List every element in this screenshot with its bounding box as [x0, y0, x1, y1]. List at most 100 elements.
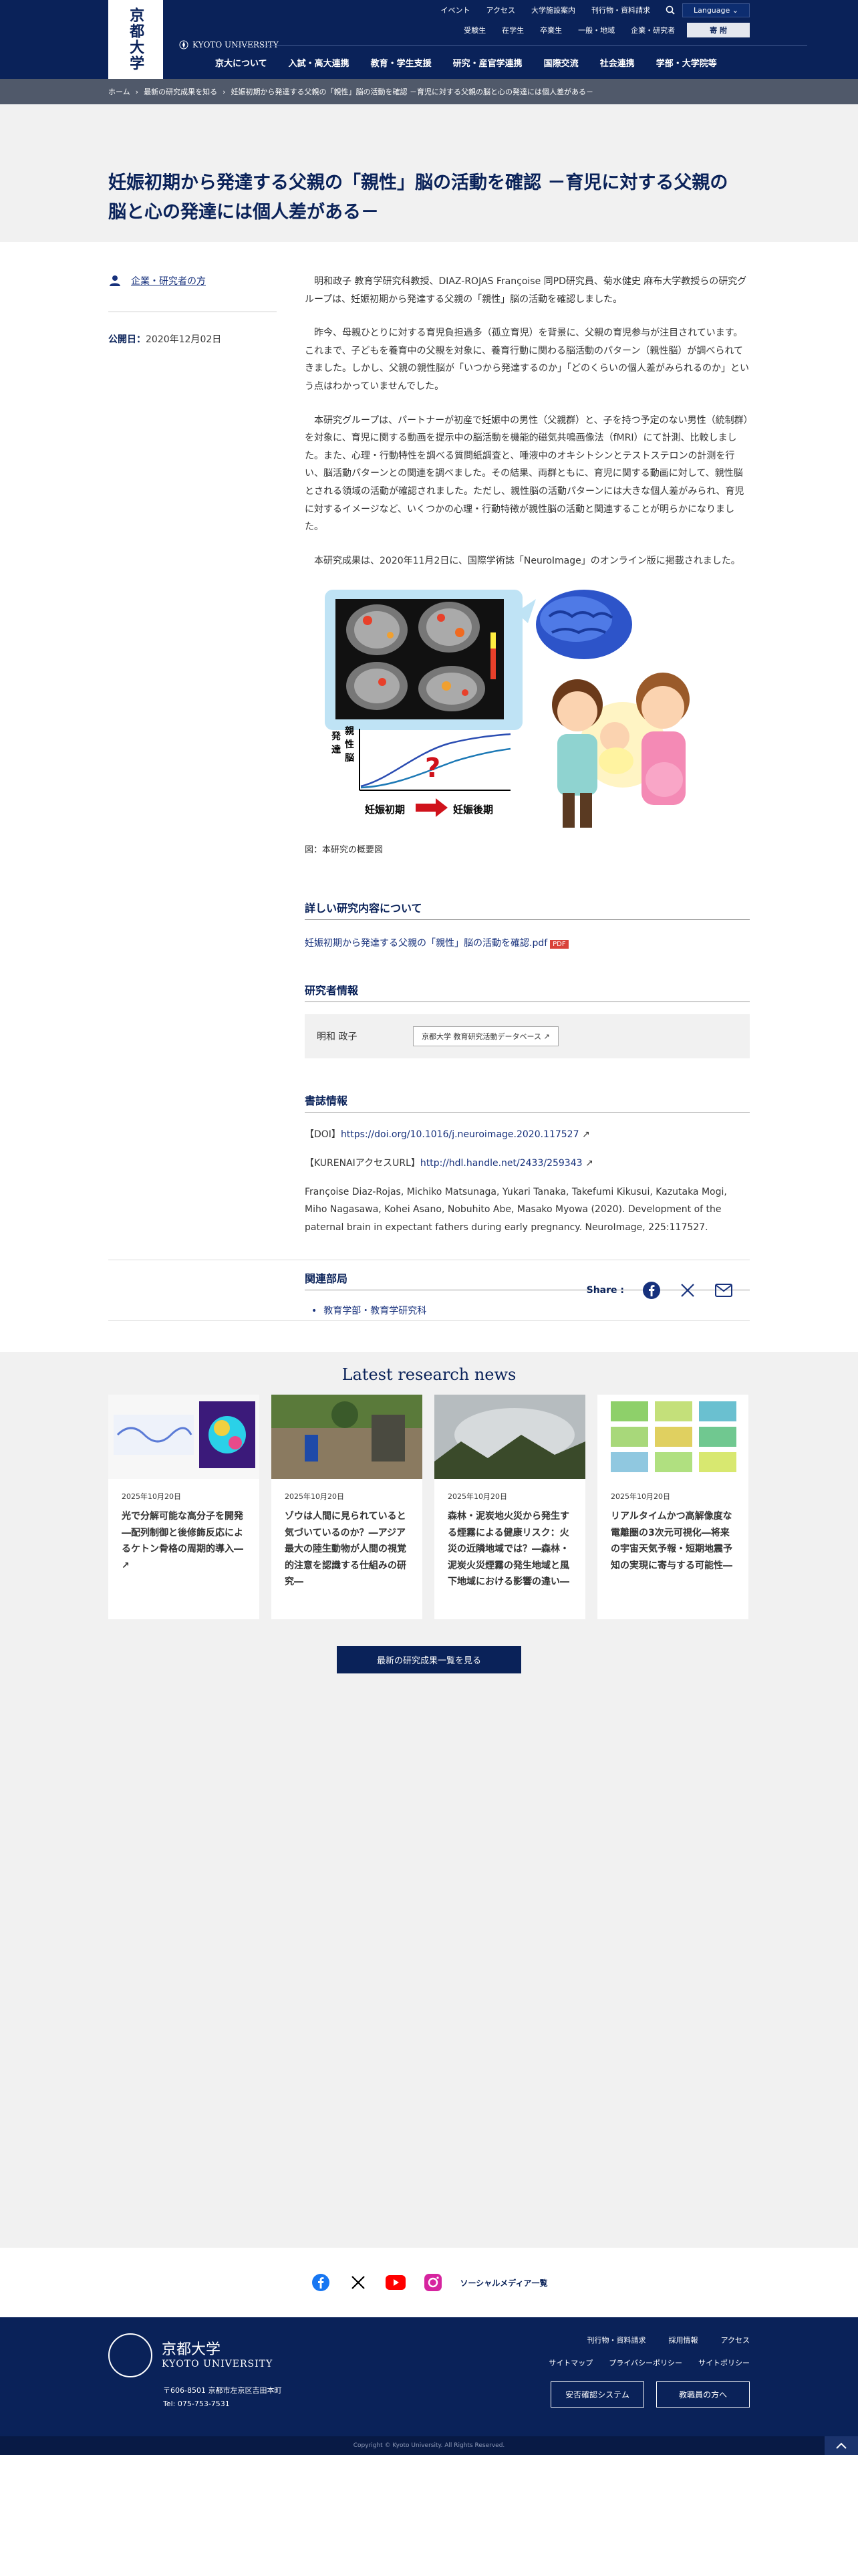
- news-image: [271, 1395, 422, 1479]
- nav-education[interactable]: 教育・学生支援: [371, 56, 432, 69]
- external-link-icon: ↗: [122, 1560, 130, 1571]
- footer-emblem-icon: [108, 2333, 152, 2377]
- paragraph: 本研究グループは、パートナーが初産で妊娠中の男性（父親群）と、子を持つ予定のない…: [305, 415, 748, 533]
- chevron-down-icon: ⌄: [732, 5, 738, 15]
- audience-link[interactable]: 企業・研究者の方: [131, 274, 206, 287]
- researcher-db-button[interactable]: 京都大学 教育研究活動データベース ↗: [413, 1026, 559, 1047]
- staff-button[interactable]: 教職員の方へ: [656, 2381, 750, 2408]
- brand-line: KYOTO UNIVERSITY: [179, 40, 807, 49]
- footer-link-sitemap[interactable]: サイトマップ: [549, 2357, 593, 2368]
- news-card[interactable]: 2025年10月20日 光で分解可能な高分子を開発―配列制御と後修飾反応によるケ…: [108, 1395, 259, 1619]
- breadcrumb-current: 妊娠初期から発達する父親の「親性」脳の活動を確認 －育児に対する父親の脳と心の発…: [231, 88, 593, 96]
- top-link-facilities[interactable]: 大学施設案内: [523, 5, 583, 15]
- mail-icon[interactable]: [714, 1280, 734, 1300]
- top-link-events[interactable]: イベント: [433, 5, 478, 15]
- footer-name[interactable]: 京都大学 KYOTO UNIVERSITY: [162, 2337, 273, 2369]
- breadcrumb-research[interactable]: 最新の研究成果を知る: [144, 86, 217, 97]
- breadcrumb-home[interactable]: ホーム: [108, 86, 130, 97]
- ylabel-char-1: 親: [345, 725, 354, 737]
- footer-link-privacy[interactable]: プライバシーポリシー: [609, 2357, 682, 2368]
- pdf-badge: PDF: [550, 940, 569, 949]
- facebook-icon[interactable]: [311, 2272, 331, 2293]
- biblio-heading: 書誌情報: [305, 1092, 750, 1113]
- chevron-up-icon: [836, 2442, 847, 2449]
- utility-links: イベント アクセス 大学施設案内 刊行物・資料請求 Language ⌄: [433, 3, 750, 17]
- brand-en: KYOTO UNIVERSITY: [192, 40, 279, 49]
- x-label-start: 妊娠初期: [365, 804, 405, 816]
- footer-name-en: KYOTO UNIVERSITY: [162, 2359, 273, 2369]
- facebook-icon[interactable]: [641, 1280, 662, 1300]
- donate-button[interactable]: 寄 附: [687, 23, 750, 37]
- ylabel-side-2: 達: [331, 744, 341, 755]
- news-grid: 2025年10月20日 光で分解可能な高分子を開発―配列制御と後修飾反応によるケ…: [108, 1395, 750, 1619]
- social-media-link[interactable]: ソーシャルメディア一覧: [460, 2277, 548, 2289]
- external-link-icon: ↗: [581, 1129, 590, 1141]
- emblem-icon: [179, 40, 188, 49]
- pdf-download: 妊娠初期から発達する父親の「親性」脳の活動を確認.pdf PDF: [305, 936, 750, 949]
- doi-link[interactable]: https://doi.org/10.1016/j.neuroimage.202…: [341, 1129, 579, 1140]
- footer-link-publications[interactable]: 刊行物・資料請求: [587, 2335, 646, 2345]
- instagram-icon[interactable]: [423, 2272, 443, 2293]
- footer-buttons: 安否確認システム 教職員の方へ: [551, 2381, 750, 2408]
- copyright-bar: Copyright © Kyoto University. All Rights…: [0, 2436, 858, 2455]
- audience-links: 受験生 在学生 卒業生 一般・地域 企業・研究者 寄 附: [456, 23, 750, 37]
- audience-link-business[interactable]: 企業・研究者: [623, 25, 683, 35]
- researcher-heading: 研究者情報: [305, 981, 750, 1003]
- pdf-link[interactable]: 妊娠初期から発達する父親の「親性」脳の活動を確認.pdf: [305, 938, 547, 949]
- university-logo[interactable]: 京都大学: [108, 0, 163, 79]
- chevron-right-icon: ›: [135, 87, 139, 96]
- audience-link-students[interactable]: 在学生: [494, 25, 532, 35]
- nav-about[interactable]: 京大について: [215, 56, 267, 69]
- tel-line: Tel: 075-753-7531: [163, 2399, 230, 2408]
- nav-research[interactable]: 研究・産官学連携: [453, 56, 523, 69]
- news-date: 2025年10月20日: [448, 1492, 507, 1501]
- nav-society[interactable]: 社会連携: [600, 56, 635, 69]
- audience-link-public[interactable]: 一般・地域: [570, 25, 623, 35]
- news-card[interactable]: 2025年10月20日 ゾウは人間に見られていると気づいているのか？―アジア最大…: [271, 1395, 422, 1619]
- news-card[interactable]: 2025年10月20日 森林・泥炭地火災から発生する煙霧による健康リスク：火災の…: [434, 1395, 585, 1619]
- footer-links-secondary: サイトマップ プライバシーポリシー サイトポリシー: [549, 2357, 750, 2368]
- footer-link-careers[interactable]: 採用情報: [669, 2335, 698, 2345]
- researcher-row: 明和 政子 京都大学 教育研究活動データベース ↗: [305, 1014, 750, 1059]
- doi-label: 【DOI】: [305, 1129, 341, 1141]
- nav-faculties[interactable]: 学部・大学院等: [656, 56, 717, 69]
- top-link-publications[interactable]: 刊行物・資料請求: [583, 5, 658, 15]
- article: 企業・研究者の方 公開日：2020年12月02日 明和政子 教育学研究科教授、D…: [108, 242, 750, 1352]
- news-image: [434, 1395, 585, 1479]
- news-date: 2025年10月20日: [285, 1492, 344, 1501]
- ylabel-char-3: 脳: [345, 752, 354, 764]
- title-band: 妊娠初期から発達する父親の「親性」脳の活動を確認 －育児に対する父親の 脳と心の…: [0, 104, 858, 242]
- ylabel-char-2: 性: [345, 739, 354, 750]
- language-select[interactable]: Language ⌄: [682, 3, 750, 17]
- share-bar: Share :: [108, 1260, 750, 1321]
- overview-illustration: 発 達 親 性 脳 ? 妊娠初期 妊娠後期: [325, 590, 690, 828]
- x-icon[interactable]: [348, 2272, 368, 2293]
- search-icon[interactable]: [658, 3, 682, 17]
- citation: Françoise Diaz-Rojas, Michiko Matsunaga,…: [305, 1186, 727, 1233]
- back-to-top-button[interactable]: [825, 2436, 858, 2455]
- news-card[interactable]: 2025年10月20日 リアルタイムかつ高解像度な電離圏の3次元可視化―将来の宇…: [597, 1395, 748, 1619]
- nav-admissions[interactable]: 入試・高大連携: [289, 56, 349, 69]
- more-research-button[interactable]: 最新の研究成果一覧を見る: [337, 1646, 521, 1673]
- news-date: 2025年10月20日: [611, 1492, 670, 1501]
- address-line: 〒606-8501 京都市左京区吉田本町: [163, 2386, 282, 2395]
- nav-international[interactable]: 国際交流: [544, 56, 579, 69]
- question-mark: ?: [425, 753, 440, 784]
- external-link-icon: ↗: [543, 1032, 550, 1042]
- youtube-icon[interactable]: [385, 2272, 406, 2293]
- latest-research: Latest research news 2025年10月20日 光で分解可能な…: [0, 1352, 858, 2248]
- page-title: 妊娠初期から発達する父親の「親性」脳の活動を確認 －育児に対する父親の 脳と心の…: [108, 104, 750, 227]
- social-links: ソーシャルメディア一覧: [0, 2248, 858, 2317]
- audience-link-alumni[interactable]: 卒業生: [532, 25, 570, 35]
- footer-link-access[interactable]: アクセス: [721, 2335, 750, 2345]
- audience-link-applicants[interactable]: 受験生: [456, 25, 494, 35]
- safety-check-button[interactable]: 安否確認システム: [551, 2381, 644, 2408]
- paragraph: 昨今、母親ひとりに対する育児負担過多（孤立育児）を背景に、父親の育児参与が注目さ…: [305, 328, 749, 392]
- share-label: Share :: [586, 1285, 624, 1296]
- top-link-access[interactable]: アクセス: [478, 5, 523, 15]
- footer-address: 〒606-8501 京都市左京区吉田本町 Tel: 075-753-7531: [163, 2384, 281, 2411]
- article-body: 明和政子 教育学研究科教授、DIAZ-ROJAS Françoise 同PD研究…: [305, 273, 750, 1317]
- footer-link-sitepolicy[interactable]: サイトポリシー: [698, 2357, 750, 2368]
- kurenai-link[interactable]: http://hdl.handle.net/2433/259343: [420, 1158, 583, 1169]
- x-icon[interactable]: [678, 1280, 698, 1300]
